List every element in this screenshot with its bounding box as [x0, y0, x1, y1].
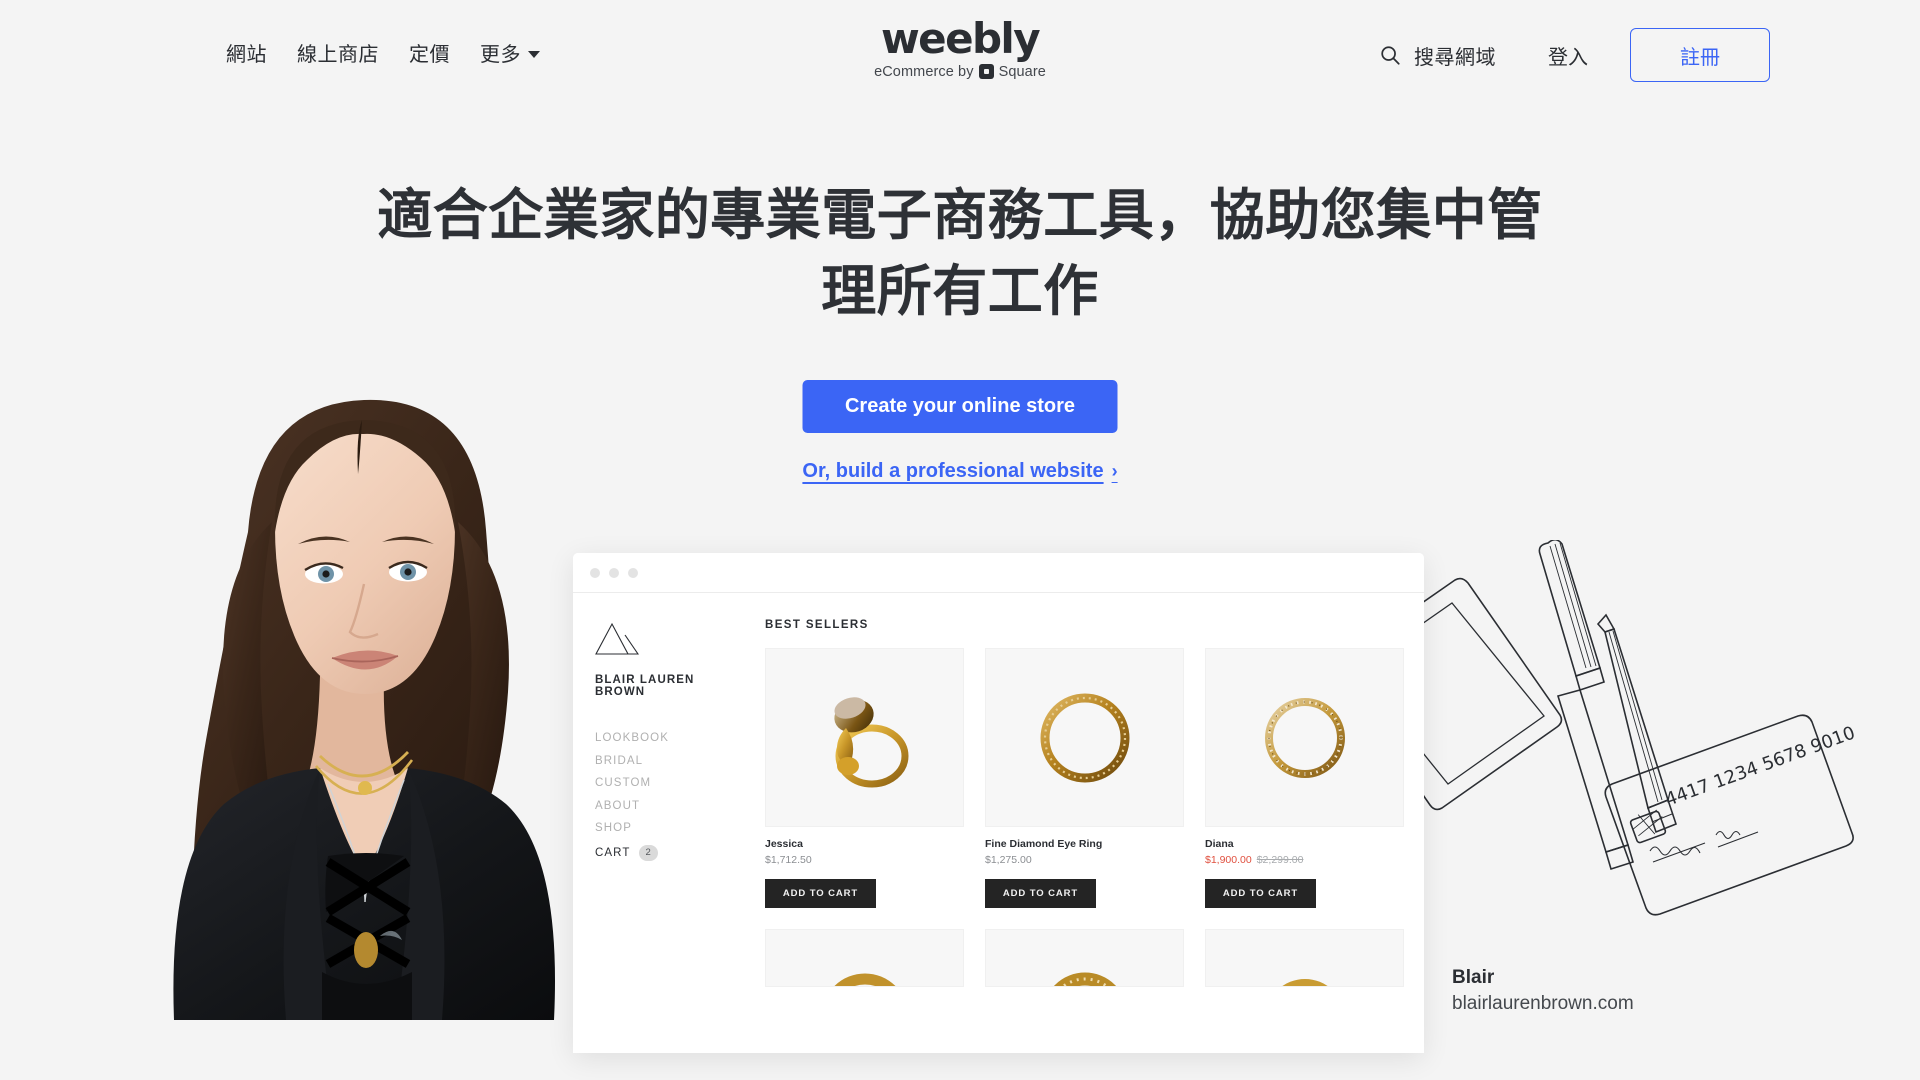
store-nav-item-shop[interactable]: SHOP [595, 822, 748, 834]
cart-count-badge: 2 [638, 844, 658, 861]
store-nav-item-lookbook[interactable]: LOOKBOOK [595, 732, 748, 744]
product-image[interactable] [1205, 929, 1404, 987]
nav-item-more[interactable]: 更多 [480, 38, 540, 67]
product-grid-row-2 [765, 929, 1404, 987]
tagline-suffix: Square [998, 63, 1046, 80]
product-card[interactable]: Jessica $1,712.50 ADD TO CART [765, 648, 964, 908]
gold-band-ring-icon [1040, 693, 1129, 782]
product-card[interactable] [1205, 929, 1404, 987]
office-items-illustration: 4417 1234 5678 9010 [1400, 540, 1858, 916]
build-professional-website-link[interactable]: Or, build a professional website › [802, 460, 1117, 483]
top-navigation-bar: 網站 線上商店 定價 更多 weebly eCommerce by Square [0, 0, 1920, 108]
chevron-right-icon: › [1111, 461, 1118, 481]
weebly-landing-page: 網站 線上商店 定價 更多 weebly eCommerce by Square [0, 0, 1920, 1080]
product-name: Jessica [765, 838, 803, 850]
signup-button[interactable]: 註冊 [1630, 28, 1770, 82]
weebly-tagline: eCommerce by Square [800, 64, 1120, 80]
store-brand-name: BLAIR LAUREN BROWN [595, 674, 695, 698]
store-main-content: BEST SELLERS Jessica $1,712.50 ADD TO CA… [748, 593, 1424, 1053]
create-online-store-button[interactable]: Create your online store [802, 380, 1118, 433]
weebly-wordmark: weebly [880, 14, 1041, 63]
gold-ring-partial-icon [833, 973, 896, 986]
product-card[interactable]: Diana $1,900.00 $2,299.00 ADD TO CART [1205, 648, 1404, 908]
add-to-cart-button[interactable]: ADD TO CART [1205, 879, 1316, 908]
store-nav-item-about[interactable]: ABOUT [595, 800, 748, 812]
product-name: Fine Diamond Eye Ring [985, 838, 1103, 850]
product-image[interactable] [765, 929, 964, 987]
primary-nav: 網站 線上商店 定價 更多 [226, 38, 540, 67]
gold-ring-partial-icon [1053, 972, 1116, 986]
triangle-logo-icon [595, 622, 639, 655]
search-domain-button[interactable]: 搜尋網域 [1379, 41, 1496, 70]
showcase-caption-url: blairlaurenbrown.com [1452, 992, 1634, 1014]
showcase-caption: Blair blairlaurenbrown.com [1452, 965, 1634, 1016]
hero-headline: 適合企業家的專業電子商務工具，協助您集中管理所有工作 [377, 183, 1543, 323]
gold-ring-gemstone-icon [833, 696, 908, 787]
product-card[interactable]: Fine Diamond Eye Ring $1,275.00 ADD TO C… [985, 648, 1184, 908]
add-to-cart-button[interactable]: ADD TO CART [985, 879, 1096, 908]
nav-item-more-label: 更多 [480, 44, 521, 66]
product-image[interactable] [1205, 648, 1404, 827]
product-card[interactable] [765, 929, 964, 987]
tagline-prefix: eCommerce by [874, 63, 974, 80]
nav-item-pricing[interactable]: 定價 [409, 38, 450, 67]
product-grid: Jessica $1,712.50 ADD TO CART Fine Diamo… [765, 648, 1404, 908]
store-page: BLAIR LAUREN BROWN LOOKBOOK BRIDAL CUSTO… [573, 593, 1424, 1053]
weebly-logo[interactable]: weebly eCommerce by Square [800, 14, 1120, 80]
product-original-price: $2,299.00 [1256, 854, 1304, 866]
secondary-nav: 搜尋網域 登入 註冊 [1379, 28, 1770, 82]
search-icon [1381, 46, 1400, 65]
search-domain-label: 搜尋網域 [1414, 46, 1496, 69]
product-image[interactable] [765, 648, 964, 827]
tablet-outline [1400, 577, 1563, 811]
store-nav: LOOKBOOK BRIDAL CUSTOM ABOUT SHOP CART 2 [595, 732, 748, 861]
store-nav-item-bridal[interactable]: BRIDAL [595, 755, 748, 767]
build-website-label: Or, build a professional website [802, 460, 1104, 482]
browser-dot-minimize-icon [609, 567, 619, 578]
best-sellers-heading: BEST SELLERS [765, 619, 869, 631]
product-price: $1,275.00 [985, 854, 1032, 866]
chevron-down-icon [528, 50, 540, 58]
store-nav-item-custom[interactable]: CUSTOM [595, 777, 748, 789]
product-image[interactable] [985, 648, 1184, 827]
founder-portrait [173, 399, 555, 1020]
pencil-outline [1596, 613, 1677, 834]
browser-dot-maximize-icon [628, 567, 638, 578]
nav-item-websites[interactable]: 網站 [226, 38, 267, 67]
product-price: $1,712.50 [765, 854, 812, 866]
browser-dot-close-icon [590, 567, 600, 578]
gold-eternity-ring-icon [1264, 697, 1345, 778]
nav-item-online-store[interactable]: 線上商店 [297, 38, 379, 67]
add-to-cart-button[interactable]: ADD TO CART [765, 879, 876, 908]
credit-card-outline: 4417 1234 5678 9010 [1604, 714, 1858, 916]
store-sidebar: BLAIR LAUREN BROWN LOOKBOOK BRIDAL CUSTO… [573, 593, 748, 1053]
store-nav-item-cart[interactable]: CART 2 [595, 844, 748, 861]
product-image[interactable] [985, 929, 1184, 987]
product-price: $1,900.00 $2,299.00 [1205, 854, 1404, 866]
product-sale-price: $1,900.00 [1205, 854, 1252, 866]
showcase-caption-name: Blair [1452, 967, 1495, 988]
login-link[interactable]: 登入 [1548, 41, 1588, 70]
gold-ring-partial-icon [1281, 979, 1328, 986]
product-name: Diana [1205, 838, 1234, 850]
browser-chrome-bar [573, 553, 1424, 593]
cart-label: CART [595, 846, 631, 859]
store-browser-mockup: BLAIR LAUREN BROWN LOOKBOOK BRIDAL CUSTO… [573, 553, 1424, 1053]
product-card[interactable] [985, 929, 1184, 987]
square-logo-icon [978, 64, 994, 80]
